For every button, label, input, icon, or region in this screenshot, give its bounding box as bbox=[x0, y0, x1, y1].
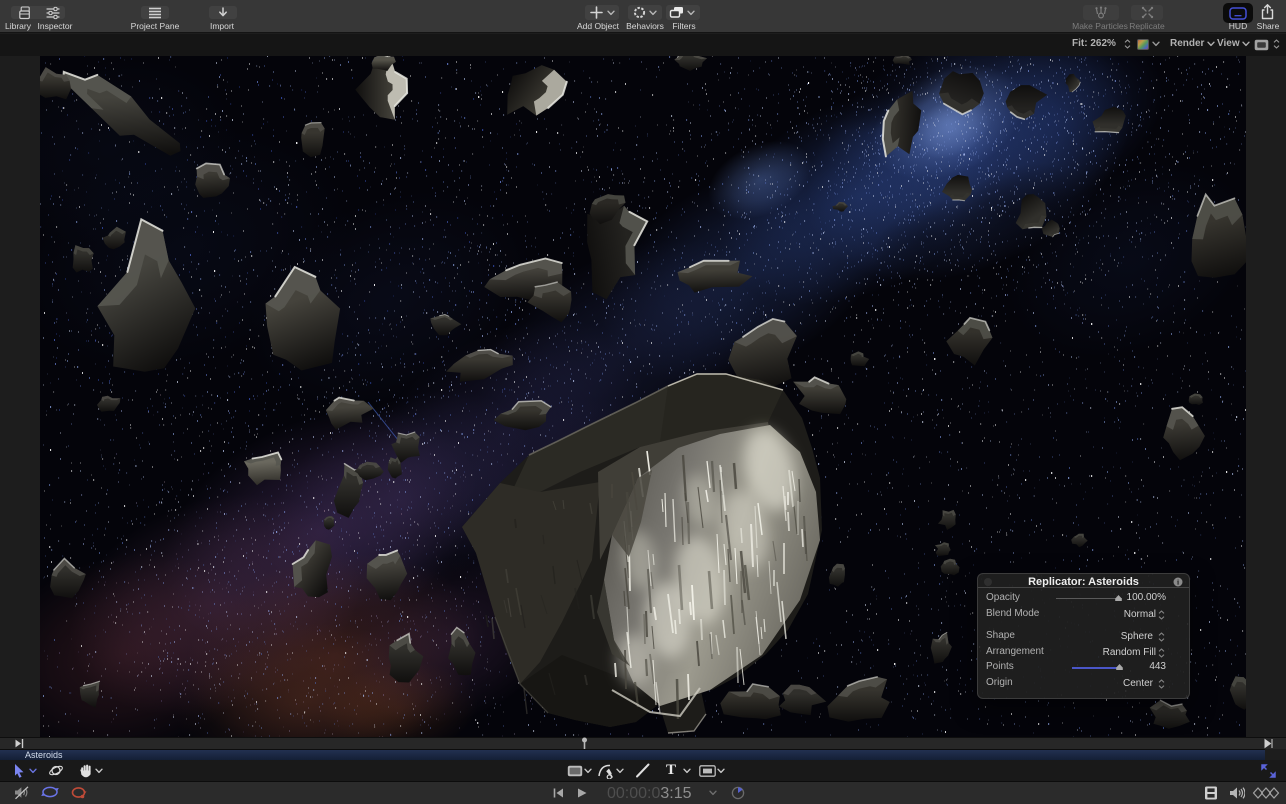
svg-text:i: i bbox=[1177, 578, 1179, 587]
